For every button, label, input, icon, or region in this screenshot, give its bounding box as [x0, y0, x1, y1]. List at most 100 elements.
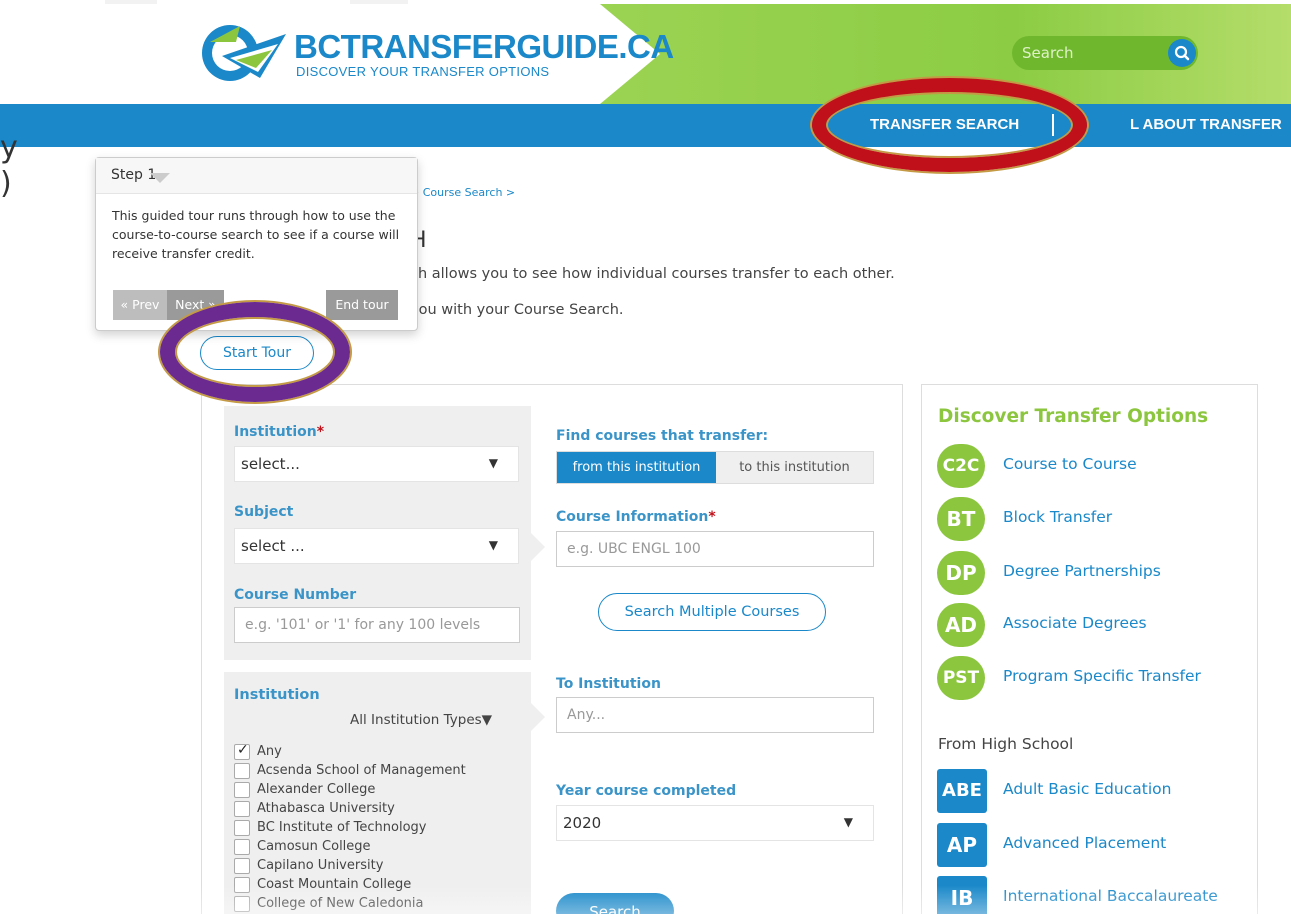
high-school-link-label[interactable]: International Baccalaureate — [1003, 887, 1218, 905]
discover-link-label[interactable]: Program Specific Transfer — [1003, 667, 1201, 685]
checkbox[interactable] — [234, 839, 250, 855]
checkbox-label: Capilano University — [257, 858, 384, 873]
site-logo[interactable]: BCTRANSFERGUIDE.CA DISCOVER YOUR TRANSFE… — [200, 22, 674, 86]
checkbox-label: College of New Caledonia — [257, 896, 424, 911]
discover-link-item[interactable]: BT Block Transfer — [937, 497, 1257, 541]
institution-checkbox-row[interactable]: Coast Mountain College — [234, 876, 524, 895]
tour-step-title: Step 1 — [96, 158, 417, 194]
course-info-input[interactable]: e.g. UBC ENGL 100 — [556, 531, 874, 567]
institution-select-value: select... — [241, 455, 300, 473]
badge-icon: AD — [937, 603, 985, 647]
find-courses-label: Find courses that transfer: — [556, 428, 769, 444]
logo-arrows-icon — [202, 25, 286, 81]
high-school-heading: From High School — [938, 735, 1074, 753]
checkbox-label: Coast Mountain College — [257, 877, 412, 892]
toggle-from-institution[interactable]: from this institution — [557, 452, 716, 483]
year-select-value: 2020 — [563, 814, 602, 832]
search-icon — [1174, 45, 1190, 61]
high-school-link-label[interactable]: Advanced Placement — [1003, 834, 1166, 852]
edge-text-line2: ) — [0, 166, 12, 201]
course-info-label: Course Information* — [556, 509, 716, 525]
badge-icon: PST — [937, 656, 985, 700]
high-school-link-item[interactable]: ABE Adult Basic Education — [937, 769, 1257, 813]
checkbox-label: Camosun College — [257, 839, 371, 854]
subject-select-value: select ... — [241, 537, 305, 555]
tour-step-body: This guided tour runs through how to use… — [112, 208, 400, 261]
panel-pointer-2 — [531, 703, 545, 731]
checkbox[interactable] — [234, 801, 250, 817]
discover-link-item[interactable]: C2C Course to Course — [937, 444, 1257, 488]
badge-icon: ABE — [937, 769, 987, 813]
institution-checkbox-row[interactable]: Alexander College — [234, 781, 524, 800]
institution-checkbox-row[interactable]: Camosun College — [234, 838, 524, 857]
to-institution-label: To Institution — [556, 676, 661, 692]
search-multiple-courses-button[interactable]: Search Multiple Courses — [598, 593, 826, 631]
institution-checkbox-row[interactable]: Capilano University — [234, 857, 524, 876]
high-school-link-item[interactable]: AP Advanced Placement — [937, 823, 1257, 867]
institution-select[interactable]: select... ▼ — [234, 446, 519, 482]
checkbox-label: Alexander College — [257, 782, 376, 797]
high-school-link-item[interactable]: IB International Baccalaureate — [937, 876, 1257, 914]
discover-link-item[interactable]: PST Program Specific Transfer — [937, 656, 1257, 700]
institution-checkbox-row[interactable]: Acsenda School of Management — [234, 762, 524, 781]
nav-all-about-transfer[interactable]: L ABOUT TRANSFER — [1130, 116, 1282, 133]
discover-link-label[interactable]: Associate Degrees — [1003, 614, 1147, 632]
checkbox[interactable] — [234, 742, 250, 760]
year-label: Year course completed — [556, 783, 737, 799]
course-number-input[interactable]: e.g. '101' or '1' for any 100 levels — [234, 607, 520, 643]
checkbox-label: BC Institute of Technology — [257, 820, 427, 835]
checkbox[interactable] — [234, 896, 250, 912]
institution-checkbox-row[interactable]: Athabasca University — [234, 800, 524, 819]
checkbox[interactable] — [234, 858, 250, 874]
discover-link-item[interactable]: AD Associate Degrees — [937, 603, 1257, 647]
tour-arrow — [150, 173, 170, 183]
cropped-edge-text: y ) — [0, 130, 18, 202]
header-search-button[interactable] — [1168, 39, 1196, 67]
year-select[interactable]: 2020 ▼ — [556, 805, 874, 841]
institution-types-dropdown[interactable]: All Institution Types▼ — [350, 712, 492, 728]
subject-select[interactable]: select ... ▼ — [234, 528, 519, 564]
intro-text-2: you with your Course Search. — [410, 302, 624, 318]
breadcrumb-course-search[interactable]: Course Search — [423, 186, 503, 199]
badge-icon: C2C — [937, 444, 985, 488]
toggle-to-institution[interactable]: to this institution — [716, 452, 873, 483]
panel-pointer — [531, 533, 545, 561]
logo-subtitle: DISCOVER YOUR TRANSFER OPTIONS — [296, 64, 550, 79]
badge-icon: IB — [937, 876, 987, 914]
checkbox-label: Any — [257, 744, 282, 759]
chevron-down-icon: ▼ — [488, 456, 498, 470]
intro-text-1: ch allows you to see how individual cour… — [410, 266, 895, 282]
institution-checkbox-row[interactable]: Any — [234, 742, 524, 762]
institution-label: Institution* — [234, 424, 325, 440]
highlight-start-tour — [160, 302, 350, 402]
tour-end-button[interactable]: End tour — [326, 290, 398, 320]
checkbox[interactable] — [234, 877, 250, 893]
header-search — [1012, 36, 1198, 70]
high-school-link-label[interactable]: Adult Basic Education — [1003, 780, 1171, 798]
breadcrumb: > Course Search > — [410, 186, 515, 199]
discover-link-label[interactable]: Block Transfer — [1003, 508, 1112, 526]
edge-text-line1: y — [0, 130, 18, 165]
checkbox[interactable] — [234, 763, 250, 779]
discover-link-label[interactable]: Course to Course — [1003, 455, 1137, 473]
course-number-label: Course Number — [234, 587, 357, 603]
to-institution-input[interactable]: Any... — [556, 697, 874, 733]
main-nav: TRANSFER SEARCH L ABOUT TRANSFER — [0, 104, 1291, 147]
institution-filter-label: Institution — [234, 687, 320, 703]
discover-link-item[interactable]: DP Degree Partnerships — [937, 551, 1257, 595]
highlight-transfer-search — [812, 78, 1087, 172]
header-search-input[interactable] — [1022, 41, 1162, 65]
institution-checkbox-row[interactable]: College of New Caledonia — [234, 895, 524, 914]
logo-title: BCTRANSFERGUIDE.CA — [294, 28, 674, 65]
search-button[interactable]: Search — [556, 893, 674, 914]
checkbox[interactable] — [234, 820, 250, 836]
institution-checkbox-row[interactable]: BC Institute of Technology — [234, 819, 524, 838]
tour-prev-button[interactable]: « Prev — [113, 290, 167, 320]
subject-label: Subject — [234, 504, 294, 520]
breadcrumb-trail: > — [505, 186, 516, 199]
checkbox-label: Acsenda School of Management — [257, 763, 466, 778]
checkbox[interactable] — [234, 782, 250, 798]
chevron-down-icon: ▼ — [843, 815, 853, 829]
discover-link-label[interactable]: Degree Partnerships — [1003, 562, 1161, 580]
discover-title: Discover Transfer Options — [938, 406, 1209, 427]
